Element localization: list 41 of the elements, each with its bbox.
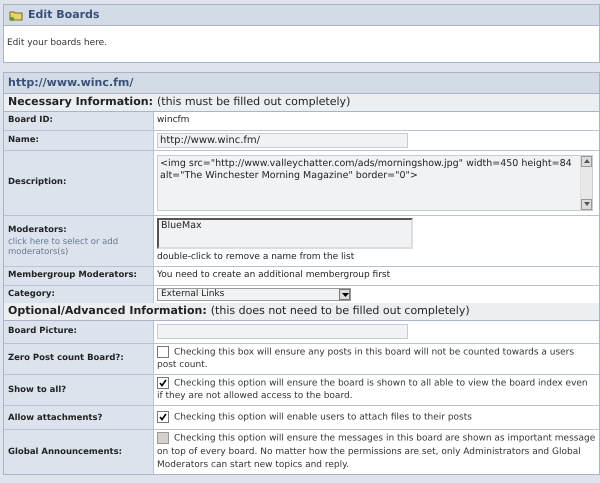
checkbox-option[interactable]: Checking this option will enable users to attach files to their posts [157, 411, 472, 425]
section-note: (this must be filled out completely) [156, 94, 350, 110]
checkbox[interactable] [157, 411, 169, 424]
panel-description: Edit your boards here. [7, 37, 108, 50]
field-value: You need to create an additional membergroup first [157, 269, 390, 282]
input-field[interactable]: http://www.winc.fm/ [157, 132, 408, 148]
board-title: http://www.winc.fm/ [8, 74, 134, 91]
field-value: wincfm [157, 114, 190, 127]
moderator-item[interactable]: BlueMax [161, 220, 409, 232]
row-label: Name: [8, 134, 40, 146]
select-moderators-link[interactable]: click here to select or add moderators(s) [8, 237, 149, 258]
row-label: Zero Post count Board?: [8, 352, 125, 366]
row-label: Global Announcements: [8, 446, 124, 459]
section-title: Optional/Advanced Information: [8, 302, 207, 319]
checkmark-icon [159, 413, 167, 422]
section-note: (this does not need to be filled out completely) [210, 302, 470, 319]
row-label: Allow attachments? [8, 412, 104, 424]
panel-title: Edit Boards [28, 6, 100, 23]
row-label: Show to all? [8, 384, 68, 397]
scroll-down-icon[interactable] [581, 198, 592, 210]
checkbox-option[interactable]: Checking this box will ensure any posts in this board will not be counted towards a users post count. [157, 346, 596, 372]
row-label: Category: [8, 288, 56, 300]
folder-icon [9, 10, 23, 20]
checkbox-option[interactable]: Checking this option will ensure the board is shown to all able to view the board index even if they are not allowed access to the board. [157, 376, 596, 404]
checkbox[interactable] [157, 346, 169, 358]
checkbox[interactable] [157, 376, 169, 389]
category-select[interactable]: External Links [157, 288, 351, 300]
description-textarea[interactable]: <img src="http://www.valleychatter.com/ads/morningshow.jpg" width=450 height=84 alt="The Winchester Morning Magazine" border="0"> [157, 154, 593, 210]
moderators-list[interactable]: BlueMax [157, 218, 413, 248]
row-label: Board Picture: [8, 325, 78, 338]
row-label: Membergroup Moderators: [8, 269, 138, 282]
textarea-value: <img src="http://www.valleychatter.com/ads/morningshow.jpg" width=450 height=84 alt="The Winchester Morning Magazine" border="0"> [159, 156, 573, 182]
row-label: Moderators: [8, 224, 68, 238]
scroll-up-icon[interactable] [581, 156, 592, 166]
row-label: Description: [8, 176, 68, 189]
input-field[interactable] [157, 324, 408, 339]
section-title: Necessary Information: [8, 94, 153, 110]
moderators-hint: double-click to remove a name from the list [157, 250, 356, 264]
row-label: Board ID: [8, 114, 54, 128]
checkmark-icon [159, 378, 167, 387]
scrollbar[interactable] [580, 156, 592, 210]
